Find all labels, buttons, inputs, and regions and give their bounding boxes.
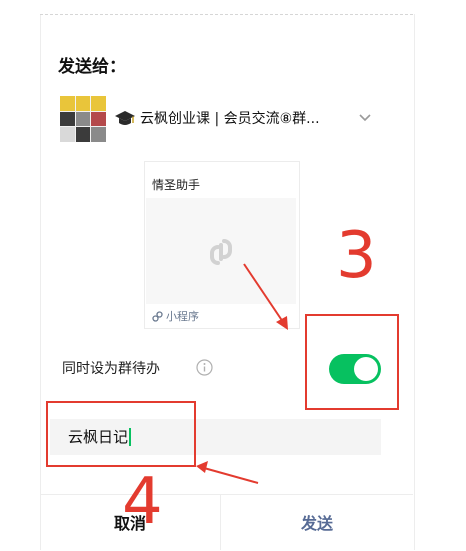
dialog-top-edge xyxy=(40,14,413,15)
mini-program-title: 情圣助手 xyxy=(152,178,201,192)
mini-program-label: 小程序 xyxy=(166,310,199,323)
step-3-label: 3 xyxy=(336,219,377,293)
step-4-label: 4 xyxy=(122,465,163,539)
highlight-box-toggle xyxy=(305,314,399,410)
mini-program-icon xyxy=(152,310,163,322)
highlight-box-input xyxy=(46,401,196,467)
mini-program-footer: 小程序 xyxy=(152,308,199,324)
send-button[interactable]: 发送 xyxy=(221,494,413,550)
chevron-down-icon[interactable] xyxy=(358,110,372,124)
graduation-cap-icon xyxy=(115,111,135,125)
group-avatar xyxy=(60,96,106,142)
dialog-title: 发送给： xyxy=(58,57,126,77)
group-todo-label: 同时设为群待办 xyxy=(62,361,160,377)
link-icon xyxy=(210,239,232,265)
info-icon[interactable] xyxy=(196,359,213,376)
recipient-group-name[interactable]: 云枫创业课 | 会员交流⑧群... xyxy=(140,108,320,128)
